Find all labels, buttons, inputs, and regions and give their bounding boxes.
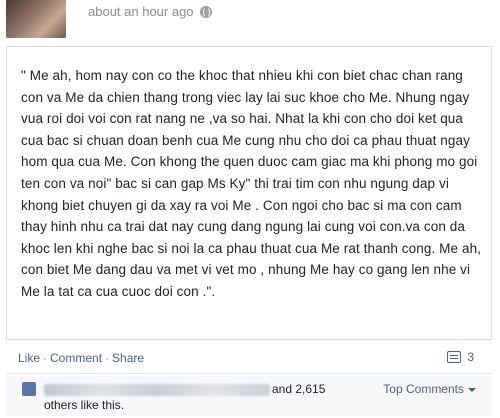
- likes-count[interactable]: and 2,615: [272, 382, 325, 396]
- comment-icon: [447, 351, 462, 363]
- blurred-liker-names: [44, 384, 270, 396]
- separator: ·: [105, 351, 110, 365]
- likes-suffix: others like this.: [44, 398, 125, 412]
- like-link[interactable]: Like: [18, 351, 40, 365]
- separator: ·: [43, 351, 48, 365]
- post-actions-bar: Like · Comment · Share 3: [6, 344, 492, 374]
- post-timestamp[interactable]: about an hour ago: [88, 4, 194, 19]
- top-comments-dropdown[interactable]: Top Comments: [383, 382, 476, 396]
- profile-photo[interactable]: [6, 0, 66, 38]
- thumbs-up-icon: [22, 382, 36, 396]
- post-text: " Me ah, hom nay con co the khoc that nh…: [21, 68, 482, 299]
- post-content-box: " Me ah, hom nay con co the khoc that nh…: [6, 46, 492, 340]
- caret-down-icon: [468, 388, 476, 392]
- globe-icon[interactable]: [199, 5, 212, 18]
- share-link[interactable]: Share: [112, 351, 144, 365]
- post-meta: about an hour ago: [88, 4, 212, 19]
- top-comments-label: Top Comments: [383, 382, 464, 396]
- likes-row: and 2,615 others like this. Top Comments: [6, 376, 492, 416]
- comments-count[interactable]: 3: [447, 350, 474, 364]
- comment-count-value: 3: [467, 350, 474, 364]
- comment-link[interactable]: Comment: [50, 351, 102, 365]
- post-actions: Like · Comment · Share: [18, 351, 144, 365]
